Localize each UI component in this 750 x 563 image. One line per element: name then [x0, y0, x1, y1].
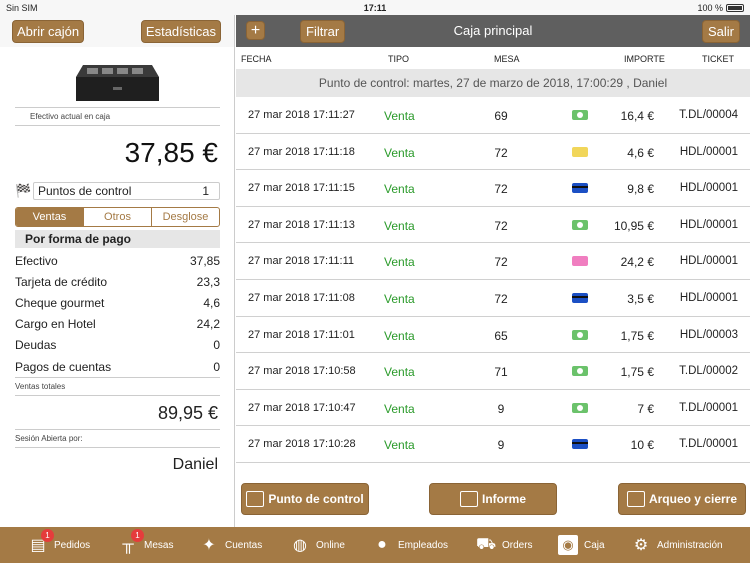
table-row[interactable]: 27 mar 2018 17:11:11 Venta 72 24,2 € HDL/000… [236, 243, 750, 280]
close-register-button[interactable]: Arqueo y cierre [618, 483, 746, 515]
checkered-flag-icon: 🏁 [15, 183, 32, 198]
clock: 17:11 [363, 2, 387, 13]
battery-indicator: 100 % [697, 3, 744, 13]
table-header: FECHA TIPO MESA IMPORTE TICKET [236, 47, 750, 69]
tab-online[interactable]: ◍ Online [290, 527, 345, 563]
accounts-icon: ✦ [202, 537, 216, 554]
control-points-field[interactable]: Puntos de control 1 [33, 182, 220, 200]
col-fecha: FECHA [241, 54, 272, 64]
cash-icon [572, 366, 588, 377]
cart-icon: ⛟ [475, 536, 497, 553]
cash-drawer-icon [76, 65, 159, 101]
col-ticket: TICKET [702, 54, 735, 64]
globe-icon: ◍ [293, 537, 307, 554]
tab-orders[interactable]: ⛟ Orders [476, 527, 533, 563]
cash-icon [572, 402, 588, 413]
table-row[interactable]: 27 mar 2018 17:11:15 Venta 72 9,8 € HDL/0000… [236, 170, 750, 207]
total-sales-amount: 89,95 € [157, 403, 218, 423]
status-bar: Sin SIM 17:11 100 % [0, 0, 750, 15]
report-button[interactable]: Informe [429, 483, 557, 515]
tab-caja[interactable]: ◉ Caja [558, 527, 605, 563]
tab-pedidos[interactable]: ▤ 1 Pedidos [28, 527, 90, 563]
cash-summary-panel: Abrir cajón Estadísticas Efectivo actual… [0, 15, 235, 527]
payment-row: Pagos de cuentas 0 [15, 359, 220, 374]
employee-icon: ● [377, 536, 387, 553]
lock-icon [626, 491, 645, 507]
payment-method-list: Efectivo 37,85 Tarjeta de crédito 23,3 Che… [15, 250, 220, 377]
gear-icon: ⚙ [633, 537, 649, 554]
transactions-list: 27 mar 2018 17:11:27 Venta 69 16,4 € T.DL/00… [236, 97, 750, 463]
payment-row: Tarjeta de crédito 23,3 [15, 274, 220, 289]
control-point-icon [246, 491, 265, 507]
current-cash-label: Efectivo actual en caja [30, 112, 111, 121]
tab-administracion[interactable]: ⚙ Administración [631, 527, 723, 563]
table-icon: ╥ 1 [118, 529, 144, 555]
payment-method-header: Por forma de pago [15, 230, 220, 248]
total-sales-label: Ventas totales [15, 382, 66, 391]
cash-icon [572, 110, 588, 120]
voucher-icon [572, 146, 588, 157]
divider [15, 429, 220, 430]
page-title: Caja principal [453, 23, 533, 38]
table-row[interactable]: 27 mar 2018 17:11:27 Venta 69 16,4 € T.DL/00… [236, 97, 750, 134]
table-row[interactable]: 27 mar 2018 17:10:58 Venta 71 1,75 € T.DL/00… [236, 353, 750, 390]
table-row[interactable]: 27 mar 2018 17:11:13 Venta 72 10,95 € HDL/00… [236, 207, 750, 244]
tab-bar: ▤ 1 Pedidos ╥ 1 Mesas ✦ Cuentas ◍ Online ● Empl… [0, 527, 750, 563]
orders-icon: ▤ 1 [28, 529, 54, 555]
info-icon [459, 491, 478, 507]
cash-icon [572, 329, 588, 340]
payment-row: Efectivo 37,85 [15, 253, 220, 268]
credit-card-icon [572, 292, 588, 303]
segment-otros[interactable]: Otros [84, 208, 152, 226]
current-cash-amount: 37,85 € [124, 137, 218, 168]
cash-icon [572, 219, 588, 230]
credit-card-icon [572, 183, 588, 194]
tab-empleados[interactable]: ● Empleados [372, 527, 448, 563]
exit-button[interactable]: Salir [701, 20, 740, 43]
divider [15, 447, 220, 448]
table-row[interactable]: 27 mar 2018 17:11:08 Venta 72 3,5 € HDL/0000… [236, 280, 750, 317]
control-points-row[interactable]: 🏁 Puntos de control 1 [15, 181, 220, 201]
segment-desglose[interactable]: Desglose [152, 208, 219, 226]
carrier-label: Sin SIM [6, 2, 38, 13]
table-row[interactable]: 27 mar 2018 17:11:01 Venta 65 1,75 € HDL/000… [236, 317, 750, 354]
payment-row: Cargo en Hotel 24,2 [15, 317, 220, 332]
tab-mesas[interactable]: ╥ 1 Mesas [118, 527, 173, 563]
hotel-charge-icon [572, 256, 588, 267]
segment-ventas[interactable]: Ventas [16, 208, 84, 226]
table-row[interactable]: 27 mar 2018 17:11:18 Venta 72 4,6 € HDL/0000… [236, 134, 750, 171]
divider [15, 107, 220, 108]
statistics-button[interactable]: Estadísticas [140, 19, 221, 43]
session-label: Sesión Abierta por: [15, 434, 83, 443]
summary-segmented-control: Ventas Otros Desglose [15, 207, 220, 227]
battery-icon [726, 4, 744, 13]
col-tipo: TIPO [388, 54, 410, 64]
divider [15, 377, 220, 378]
tab-cuentas[interactable]: ✦ Cuentas [199, 527, 262, 563]
control-point-header: Punto de control: martes, 27 de marzo de… [236, 69, 750, 97]
notification-badge: 1 [131, 529, 144, 542]
col-mesa: MESA [494, 54, 520, 64]
safe-icon: ◉ [558, 535, 578, 555]
open-drawer-button[interactable]: Abrir cajón [12, 19, 85, 43]
notification-badge: 1 [41, 529, 54, 542]
payment-row: Deudas 0 [15, 338, 220, 353]
control-point-button[interactable]: Punto de control [241, 483, 369, 515]
col-importe: IMPORTE [624, 54, 665, 64]
table-row[interactable]: 27 mar 2018 17:10:47 Venta 9 7 € T.DL/00001 [236, 390, 750, 427]
payment-row: Cheque gourmet 4,6 [15, 295, 220, 310]
table-row[interactable]: 27 mar 2018 17:10:28 Venta 9 10 € T.DL/00001 [236, 426, 750, 463]
control-points-label: Puntos de control [38, 184, 132, 198]
divider [15, 395, 220, 396]
session-user: Daniel [172, 456, 218, 473]
action-bar: Punto de control Informe Arqueo y cierre [236, 478, 750, 518]
main-header: + Filtrar Caja principal Salir [236, 15, 750, 47]
control-points-count: 1 [202, 184, 209, 198]
credit-card-icon [572, 439, 588, 450]
divider [15, 125, 220, 126]
left-toolbar: Abrir cajón Estadísticas [0, 15, 234, 47]
